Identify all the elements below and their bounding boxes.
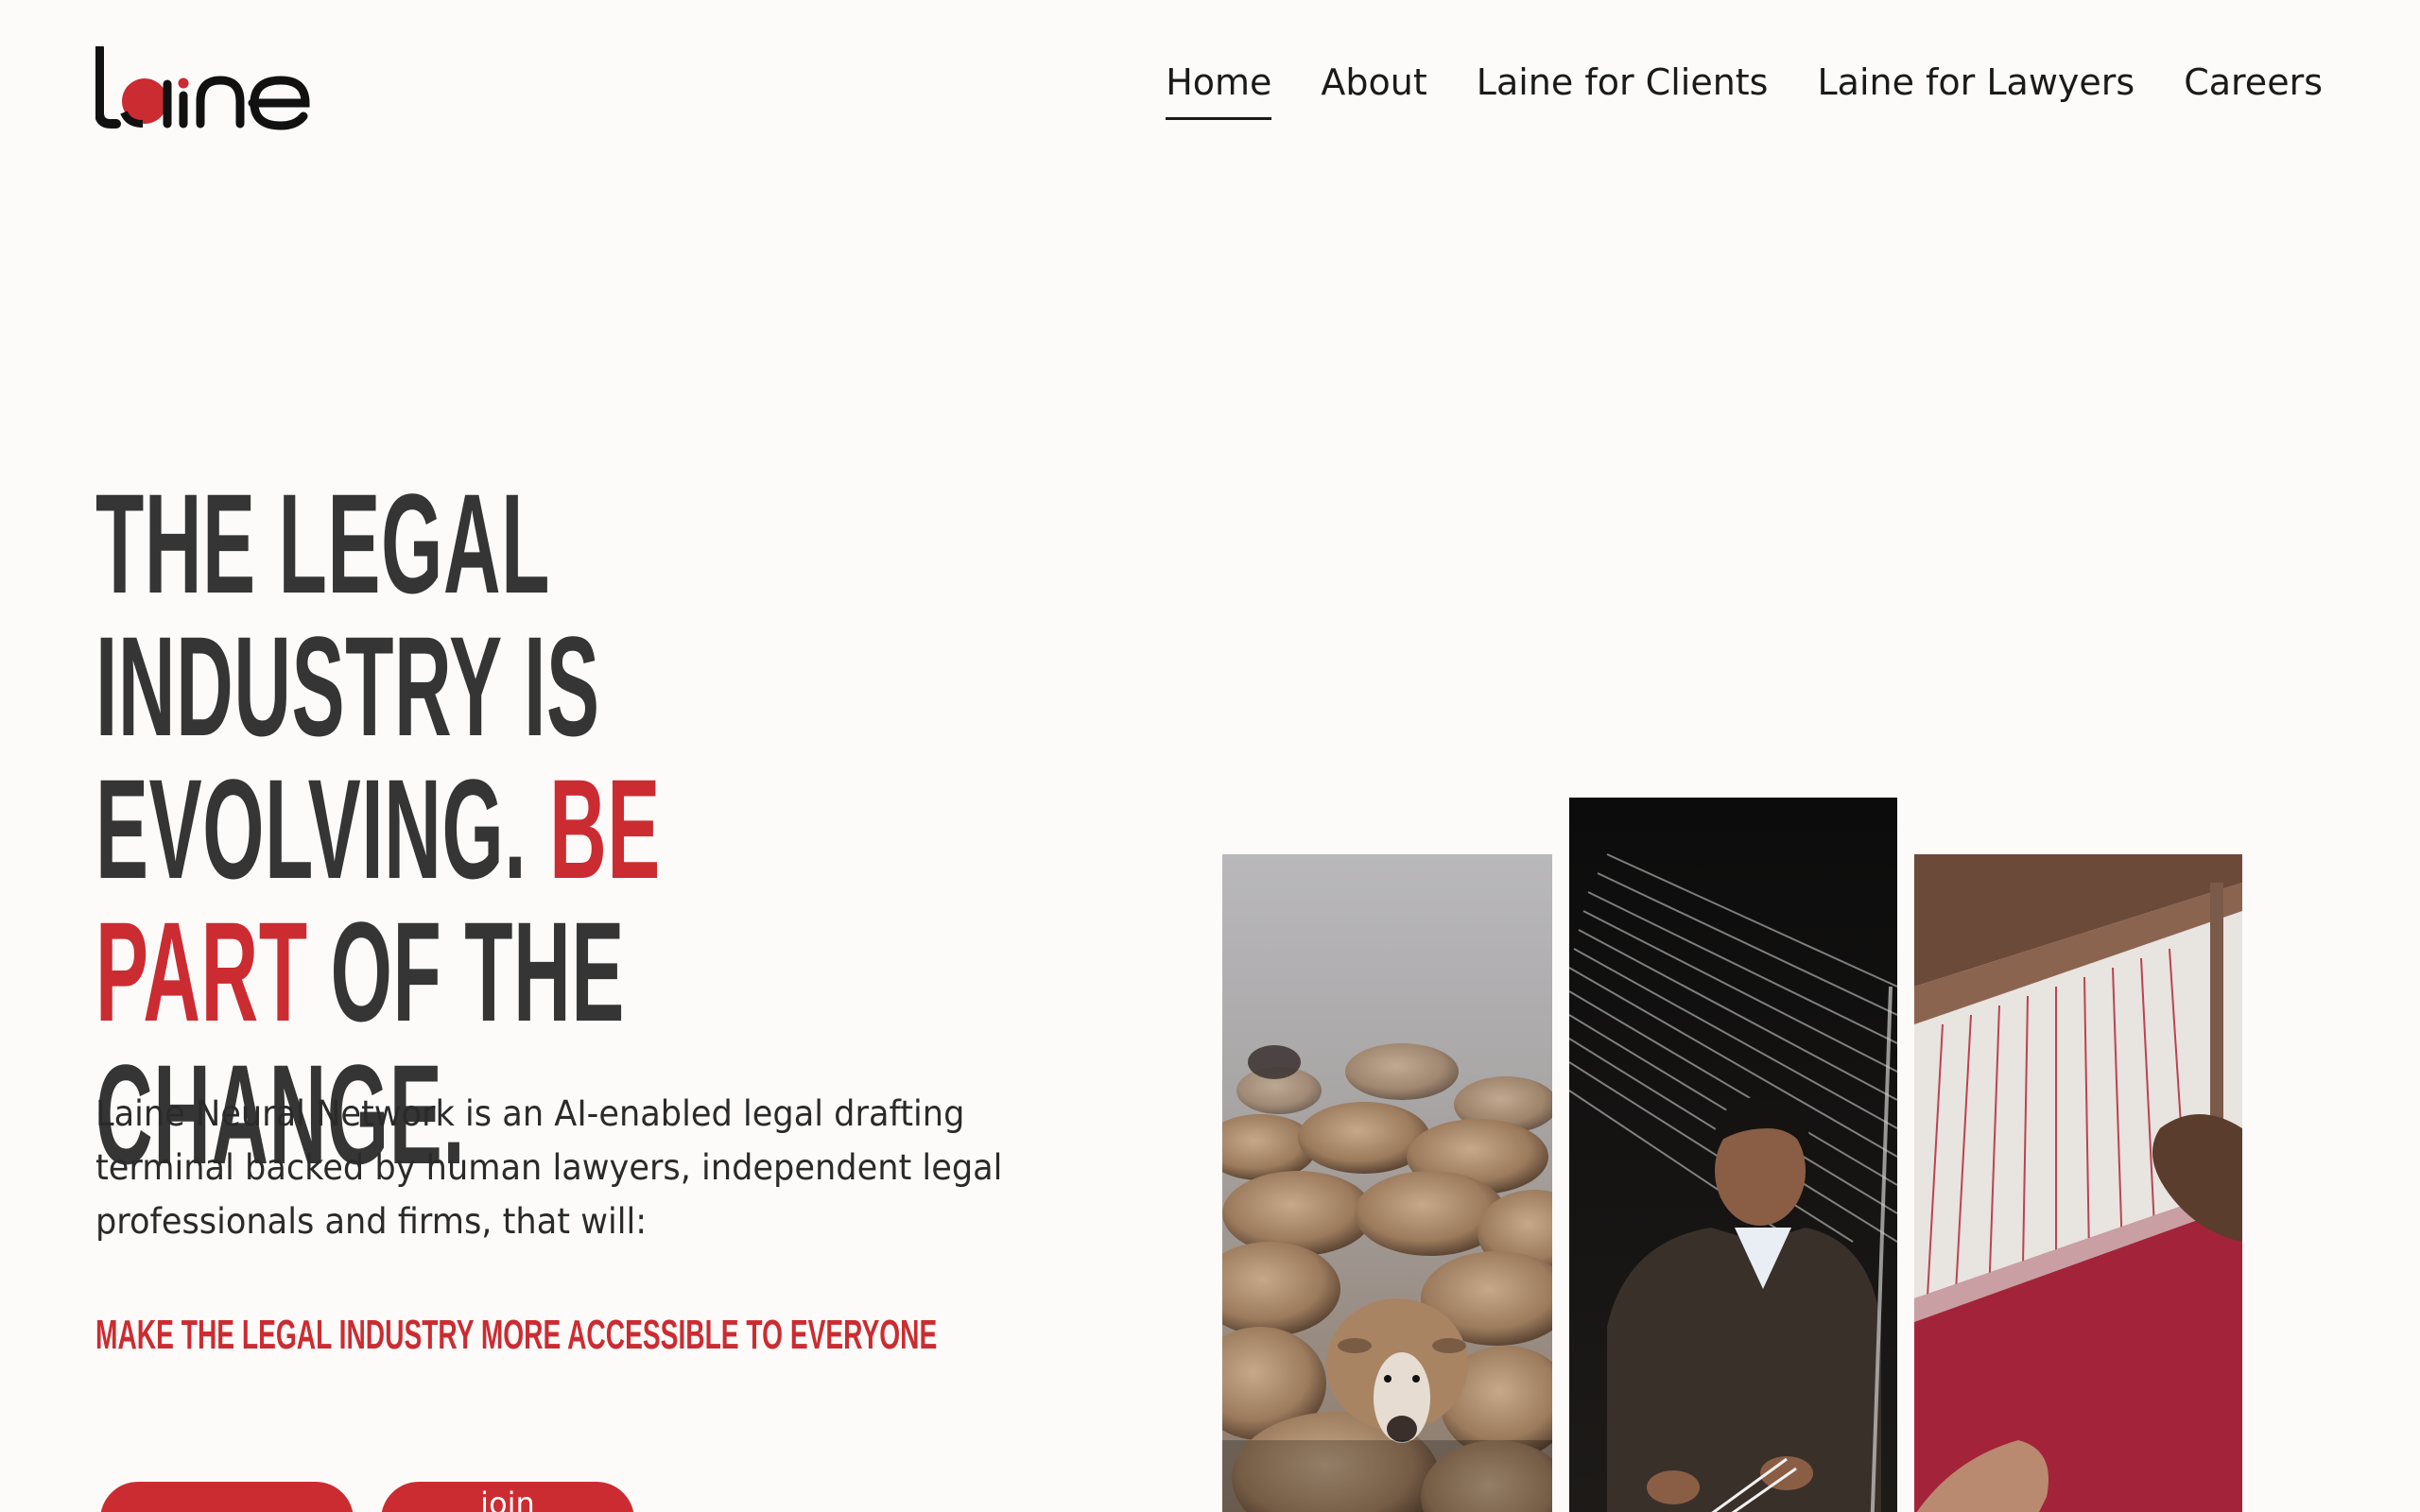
primary-cta-button[interactable] [100, 1482, 354, 1512]
nav-about-link[interactable]: About [1321, 57, 1426, 120]
join-button[interactable]: join [381, 1482, 634, 1512]
weaver-image [1569, 798, 1897, 1512]
hero-headline: THE LEGAL INDUSTRY IS EVOLVING. BE PART … [95, 472, 678, 1186]
hero-tagline: MAKE THE LEGAL INDUSTRY MORE ACCESSIBLE … [95, 1312, 938, 1358]
loom-image [1914, 854, 2242, 1512]
main-navigation: Home About Laine for Clients Laine for L… [1166, 57, 2323, 120]
nav-clients-link[interactable]: Laine for Clients [1477, 57, 1769, 120]
nav-lawyers-link[interactable]: Laine for Lawyers [1817, 57, 2135, 120]
nav-careers-link[interactable]: Careers [2184, 57, 2323, 120]
hero-headline-part1: THE LEGAL INDUSTRY IS EVOLVING. [95, 464, 600, 908]
laine-logo[interactable] [95, 43, 313, 131]
laine-logo-mark [95, 43, 310, 130]
hero-description: Laine Neural Network is an AI-enabled le… [95, 1093, 1003, 1242]
nav-home-link[interactable]: Home [1166, 57, 1272, 120]
sheep-image [1222, 854, 1552, 1512]
